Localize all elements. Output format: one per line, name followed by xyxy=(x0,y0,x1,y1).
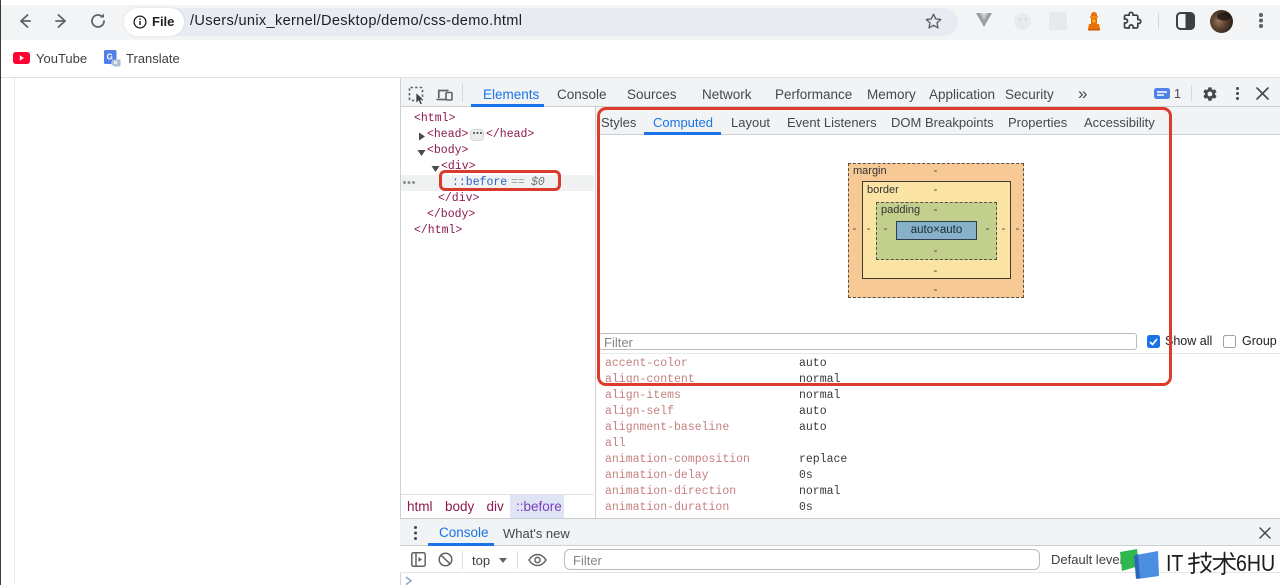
svg-text:G: G xyxy=(107,53,113,62)
